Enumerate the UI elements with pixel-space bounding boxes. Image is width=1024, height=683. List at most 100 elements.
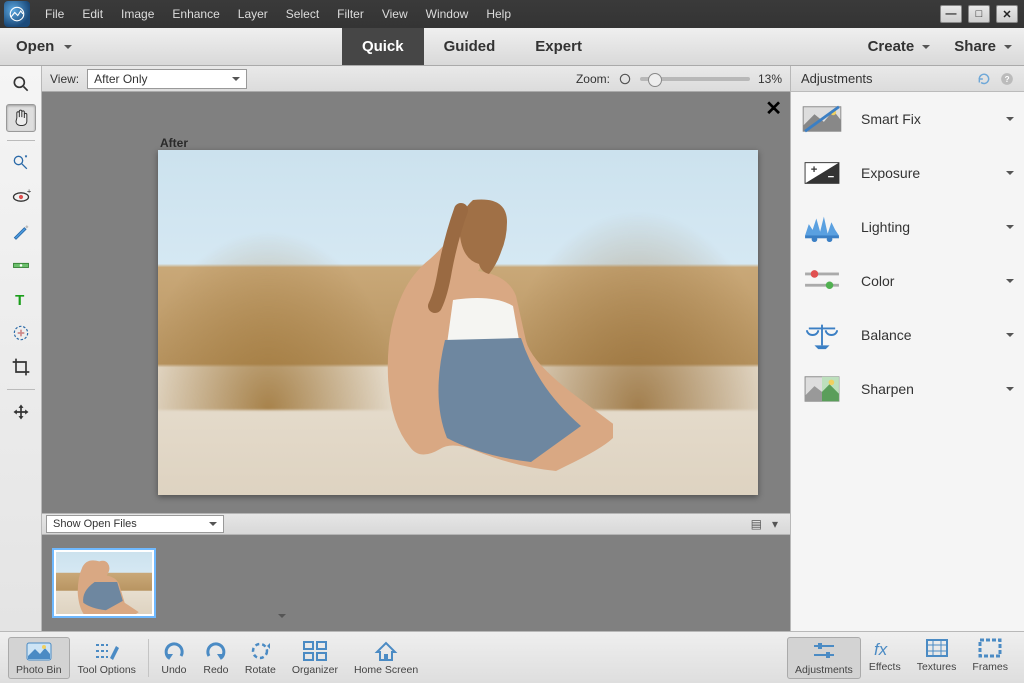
move-tool[interactable]	[6, 398, 36, 426]
whiten-tool[interactable]	[6, 217, 36, 245]
tab-expert[interactable]: Expert	[515, 28, 602, 65]
tab-guided[interactable]: Guided	[424, 28, 516, 65]
menu-filter[interactable]: Filter	[328, 1, 373, 27]
straighten-tool[interactable]	[6, 251, 36, 279]
adj-smart-fix[interactable]: Smart Fix	[791, 92, 1024, 146]
tool-options-icon	[94, 640, 120, 662]
bin-menu-icon[interactable]: ▤	[751, 517, 762, 531]
svg-text:T: T	[15, 292, 24, 309]
eye-tool[interactable]: +	[6, 183, 36, 211]
adj-sharpen[interactable]: Sharpen	[791, 362, 1024, 416]
zoom-tool[interactable]	[6, 70, 36, 98]
right-panel: Adjustments ? Smart Fix +− Exposure Ligh…	[790, 66, 1024, 631]
hand-tool[interactable]	[6, 104, 36, 132]
open-label: Open	[16, 38, 54, 55]
balance-icon	[801, 318, 843, 352]
bb-rotate[interactable]: Rotate	[237, 640, 284, 676]
chevron-down-icon	[1006, 171, 1014, 179]
reset-icon[interactable]	[976, 72, 992, 86]
view-dropdown[interactable]: After Only	[87, 69, 247, 89]
bb-textures[interactable]: Textures	[909, 637, 965, 679]
zoom-slider[interactable]	[640, 77, 750, 81]
sharpen-icon	[801, 372, 843, 406]
photo-content	[333, 180, 613, 480]
share-label: Share	[954, 38, 996, 55]
menu-image[interactable]: Image	[112, 1, 163, 27]
bb-home-screen[interactable]: Home Screen	[346, 640, 426, 676]
bin-value: Show Open Files	[53, 518, 137, 530]
bb-label: Redo	[203, 664, 228, 676]
menu-layer[interactable]: Layer	[229, 1, 277, 27]
tab-quick[interactable]: Quick	[342, 28, 424, 65]
smart-fix-icon	[801, 102, 843, 136]
adj-label: Balance	[861, 327, 912, 343]
menu-view[interactable]: View	[373, 1, 417, 27]
adj-exposure[interactable]: +− Exposure	[791, 146, 1024, 200]
chevron-down-icon	[1006, 279, 1014, 287]
zoom-out-icon[interactable]	[618, 72, 632, 86]
quick-select-tool[interactable]	[6, 149, 36, 177]
canvas-column: View: After Only Zoom: 13% ✕ After	[42, 66, 790, 631]
menu-enhance[interactable]: Enhance	[163, 1, 228, 27]
view-bar: View: After Only Zoom: 13%	[42, 66, 790, 92]
menu-select[interactable]: Select	[277, 1, 328, 27]
chevron-down-icon	[232, 77, 240, 85]
exposure-icon: +−	[801, 156, 843, 190]
bb-label: Tool Options	[78, 664, 136, 676]
chevron-down-icon	[1004, 45, 1012, 53]
adj-label: Sharpen	[861, 381, 914, 397]
bb-effects[interactable]: fx Effects	[861, 637, 909, 679]
tool-column: + T	[0, 66, 42, 631]
create-dropdown[interactable]: Create	[868, 38, 931, 55]
crop-tool[interactable]	[6, 353, 36, 381]
menu-window[interactable]: Window	[417, 1, 478, 27]
chevron-down-icon	[278, 614, 286, 622]
chevron-down-icon	[1006, 117, 1014, 125]
bb-adjustments[interactable]: Adjustments	[787, 637, 861, 679]
adj-color[interactable]: Color	[791, 254, 1024, 308]
bb-undo[interactable]: Undo	[153, 640, 195, 676]
bb-frames[interactable]: Frames	[964, 637, 1016, 679]
title-bar: File Edit Image Enhance Layer Select Fil…	[0, 0, 1024, 28]
document-canvas[interactable]	[158, 150, 758, 495]
close-document-button[interactable]: ✕	[765, 96, 782, 121]
svg-text:+: +	[811, 164, 818, 176]
bin-collapse-icon[interactable]: ▾	[772, 517, 778, 531]
photo-bin	[42, 535, 790, 631]
maximize-button[interactable]: □	[968, 5, 990, 23]
help-icon[interactable]: ?	[1000, 72, 1014, 86]
menu-help[interactable]: Help	[477, 1, 520, 27]
zoom-label: Zoom:	[576, 72, 610, 86]
menu-bar: File Edit Image Enhance Layer Select Fil…	[36, 1, 520, 27]
bb-photo-bin[interactable]: Photo Bin	[8, 637, 70, 679]
bb-organizer[interactable]: Organizer	[284, 640, 346, 676]
thumbnail[interactable]	[52, 548, 156, 618]
mode-bar: Open Quick Guided Expert Create Share	[0, 28, 1024, 66]
adjustments-list: Smart Fix +− Exposure Lighting Color Bal…	[791, 92, 1024, 631]
zoom-controls: Zoom: 13%	[576, 72, 782, 86]
close-button[interactable]: ✕	[996, 5, 1018, 23]
chevron-down-icon	[922, 45, 930, 53]
work-area: + T View: After Only Zoom: 13% ✕	[0, 66, 1024, 631]
bb-tool-options[interactable]: Tool Options	[70, 640, 144, 676]
minimize-button[interactable]: —	[940, 5, 962, 23]
share-dropdown[interactable]: Share	[954, 38, 1012, 55]
create-label: Create	[868, 38, 915, 55]
app-icon	[4, 1, 30, 27]
chevron-down-icon	[1006, 225, 1014, 233]
menu-file[interactable]: File	[36, 1, 73, 27]
menu-edit[interactable]: Edit	[73, 1, 112, 27]
bb-label: Undo	[161, 664, 186, 676]
adj-balance[interactable]: Balance	[791, 308, 1024, 362]
bb-redo[interactable]: Redo	[195, 640, 237, 676]
adj-lighting[interactable]: Lighting	[791, 200, 1024, 254]
svg-text:−: −	[828, 171, 835, 183]
adj-label: Exposure	[861, 165, 920, 181]
bottom-bar-right: Adjustments fx Effects Textures Frames	[787, 637, 1016, 679]
bin-dropdown[interactable]: Show Open Files	[46, 515, 224, 533]
chevron-down-icon	[1006, 333, 1014, 341]
open-dropdown[interactable]: Open	[0, 28, 88, 65]
type-tool[interactable]: T	[6, 285, 36, 313]
spot-heal-tool[interactable]	[6, 319, 36, 347]
separator	[148, 639, 149, 677]
